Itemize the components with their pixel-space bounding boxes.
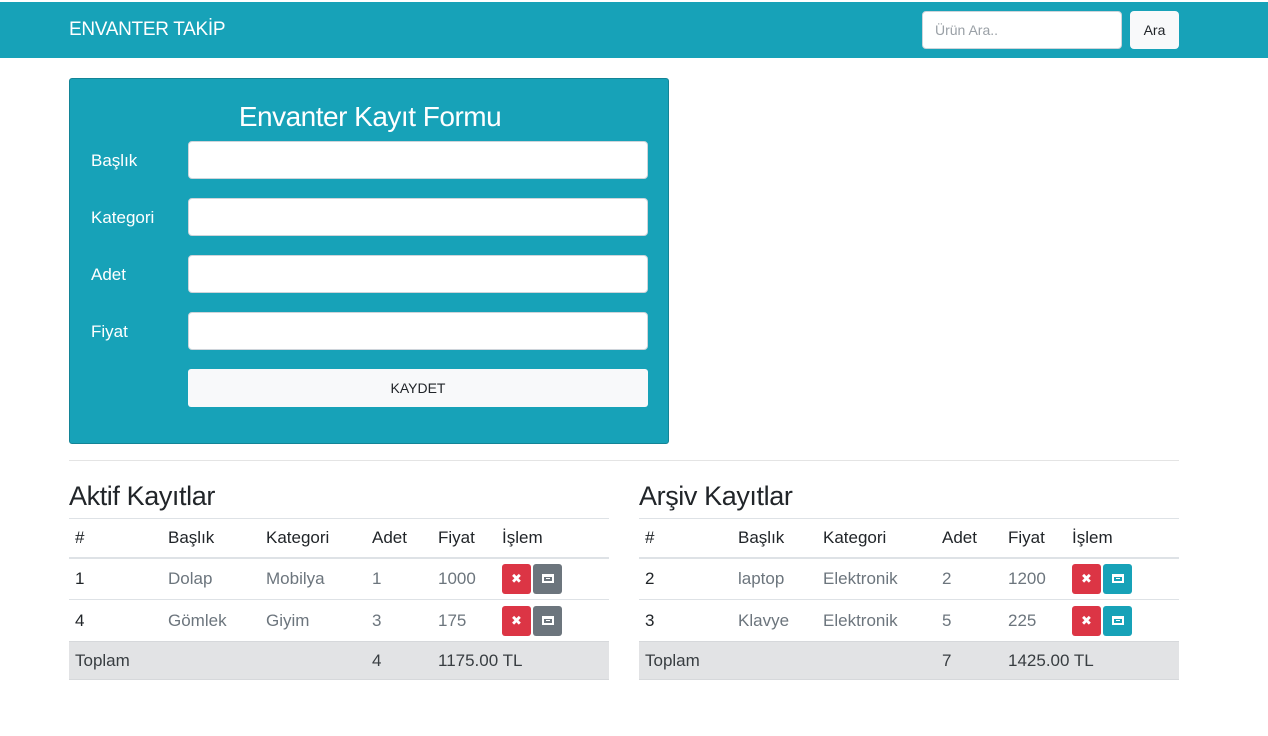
delete-button[interactable]: ✖ <box>1072 605 1101 636</box>
table-header-row: # Başlık Kategori Adet Fiyat İşlem <box>639 518 1179 559</box>
section-divider <box>69 460 1179 461</box>
table-row: 3 Klavye Elektronik 5 225 ✖ <box>639 599 1179 642</box>
total-quantity: 4 <box>366 641 432 680</box>
cell-category: Giyim <box>260 599 366 642</box>
cell-title: Klavye <box>732 599 817 642</box>
quantity-label: Adet <box>91 265 126 284</box>
cell-price: 175 <box>432 599 496 642</box>
form-title: Envanter Kayıt Formu <box>238 101 502 132</box>
archive-box-icon <box>1111 616 1124 625</box>
table-row: 4 Gömlek Giyim 3 175 ✖ <box>69 599 609 642</box>
delete-button[interactable]: ✖ <box>502 605 531 636</box>
cell-quantity: 5 <box>936 599 1002 642</box>
cell-actions: ✖ <box>1066 557 1179 600</box>
cell-quantity: 1 <box>366 557 432 600</box>
cell-actions: ✖ <box>496 557 609 600</box>
total-price: 1425.00 TL <box>1002 641 1179 680</box>
column-header-title: Başlık <box>732 518 817 559</box>
archive-button[interactable] <box>533 563 562 594</box>
active-records-title: Aktif Kayıtlar <box>69 481 215 511</box>
cell-title: Dolap <box>162 557 260 600</box>
table-row: 2 laptop Elektronik 2 1200 ✖ <box>639 557 1179 600</box>
cell-id: 1 <box>69 557 162 600</box>
active-records-table: # Başlık Kategori Adet Fiyat İşlem 1 Dol… <box>69 518 609 680</box>
table-header-row: # Başlık Kategori Adet Fiyat İşlem <box>69 518 609 559</box>
times-icon: ✖ <box>511 570 522 586</box>
cell-price: 1200 <box>1002 557 1066 600</box>
cell-title: laptop <box>732 557 817 600</box>
total-row: Toplam 4 1175.00 TL <box>69 641 609 680</box>
quantity-field[interactable] <box>188 255 648 293</box>
cell-actions: ✖ <box>1066 599 1179 642</box>
price-field[interactable] <box>188 312 648 350</box>
cell-id: 3 <box>639 599 732 642</box>
column-header-title: Başlık <box>162 518 260 559</box>
cell-category: Elektronik <box>817 557 936 600</box>
cell-quantity: 2 <box>936 557 1002 600</box>
total-label: Toplam <box>69 641 162 680</box>
times-icon: ✖ <box>511 612 522 628</box>
times-icon: ✖ <box>1081 612 1092 628</box>
archive-box-icon <box>541 574 554 584</box>
navbar: ENVANTER TAKİP Ara <box>0 2 1268 58</box>
column-header-quantity: Adet <box>936 518 1002 559</box>
cell-category: Elektronik <box>817 599 936 642</box>
total-quantity: 7 <box>936 641 1002 680</box>
restore-button[interactable] <box>1103 605 1132 636</box>
total-row: Toplam 7 1425.00 TL <box>639 641 1179 680</box>
column-header-price: Fiyat <box>432 518 496 559</box>
column-header-actions: İşlem <box>496 518 609 559</box>
brand-title[interactable]: ENVANTER TAKİP <box>69 19 226 41</box>
cell-price: 225 <box>1002 599 1066 642</box>
save-button[interactable]: KAYDET <box>188 369 648 407</box>
active-records-panel: Aktif Kayıtlar # Başlık Kategori Adet Fi… <box>69 478 609 680</box>
table-row: 1 Dolap Mobilya 1 1000 ✖ <box>69 557 609 600</box>
cell-id: 2 <box>639 557 732 600</box>
cell-id: 4 <box>69 599 162 642</box>
archive-box-icon <box>541 616 554 625</box>
total-price: 1175.00 TL <box>432 641 609 680</box>
delete-button[interactable]: ✖ <box>1072 563 1101 594</box>
cell-quantity: 3 <box>366 599 432 642</box>
column-header-quantity: Adet <box>366 518 432 559</box>
price-label: Fiyat <box>91 322 128 341</box>
archive-records-table: # Başlık Kategori Adet Fiyat İşlem 2 lap… <box>639 518 1179 680</box>
archive-box-icon <box>1111 574 1124 584</box>
cell-category: Mobilya <box>260 557 366 600</box>
inventory-form: Envanter Kayıt Formu Başlık Kategori Ade… <box>69 78 669 444</box>
cell-actions: ✖ <box>496 599 609 642</box>
column-header-price: Fiyat <box>1002 518 1066 559</box>
column-header-id: # <box>639 518 732 559</box>
title-field[interactable] <box>188 141 648 179</box>
restore-button[interactable] <box>1103 563 1132 594</box>
total-label: Toplam <box>639 641 732 680</box>
title-label: Başlık <box>91 151 138 170</box>
cell-title: Gömlek <box>162 599 260 642</box>
search-input[interactable] <box>922 11 1122 49</box>
archive-records-title: Arşiv Kayıtlar <box>639 481 793 511</box>
column-header-category: Kategori <box>817 518 936 559</box>
archive-button[interactable] <box>533 605 562 636</box>
delete-button[interactable]: ✖ <box>502 563 531 594</box>
search-button[interactable]: Ara <box>1130 11 1179 49</box>
times-icon: ✖ <box>1081 570 1092 586</box>
column-header-id: # <box>69 518 162 559</box>
category-field[interactable] <box>188 198 648 236</box>
category-label: Kategori <box>91 208 155 227</box>
cell-price: 1000 <box>432 557 496 600</box>
archive-records-panel: Arşiv Kayıtlar # Başlık Kategori Adet Fi… <box>639 478 1179 680</box>
column-header-actions: İşlem <box>1066 518 1179 559</box>
column-header-category: Kategori <box>260 518 366 559</box>
